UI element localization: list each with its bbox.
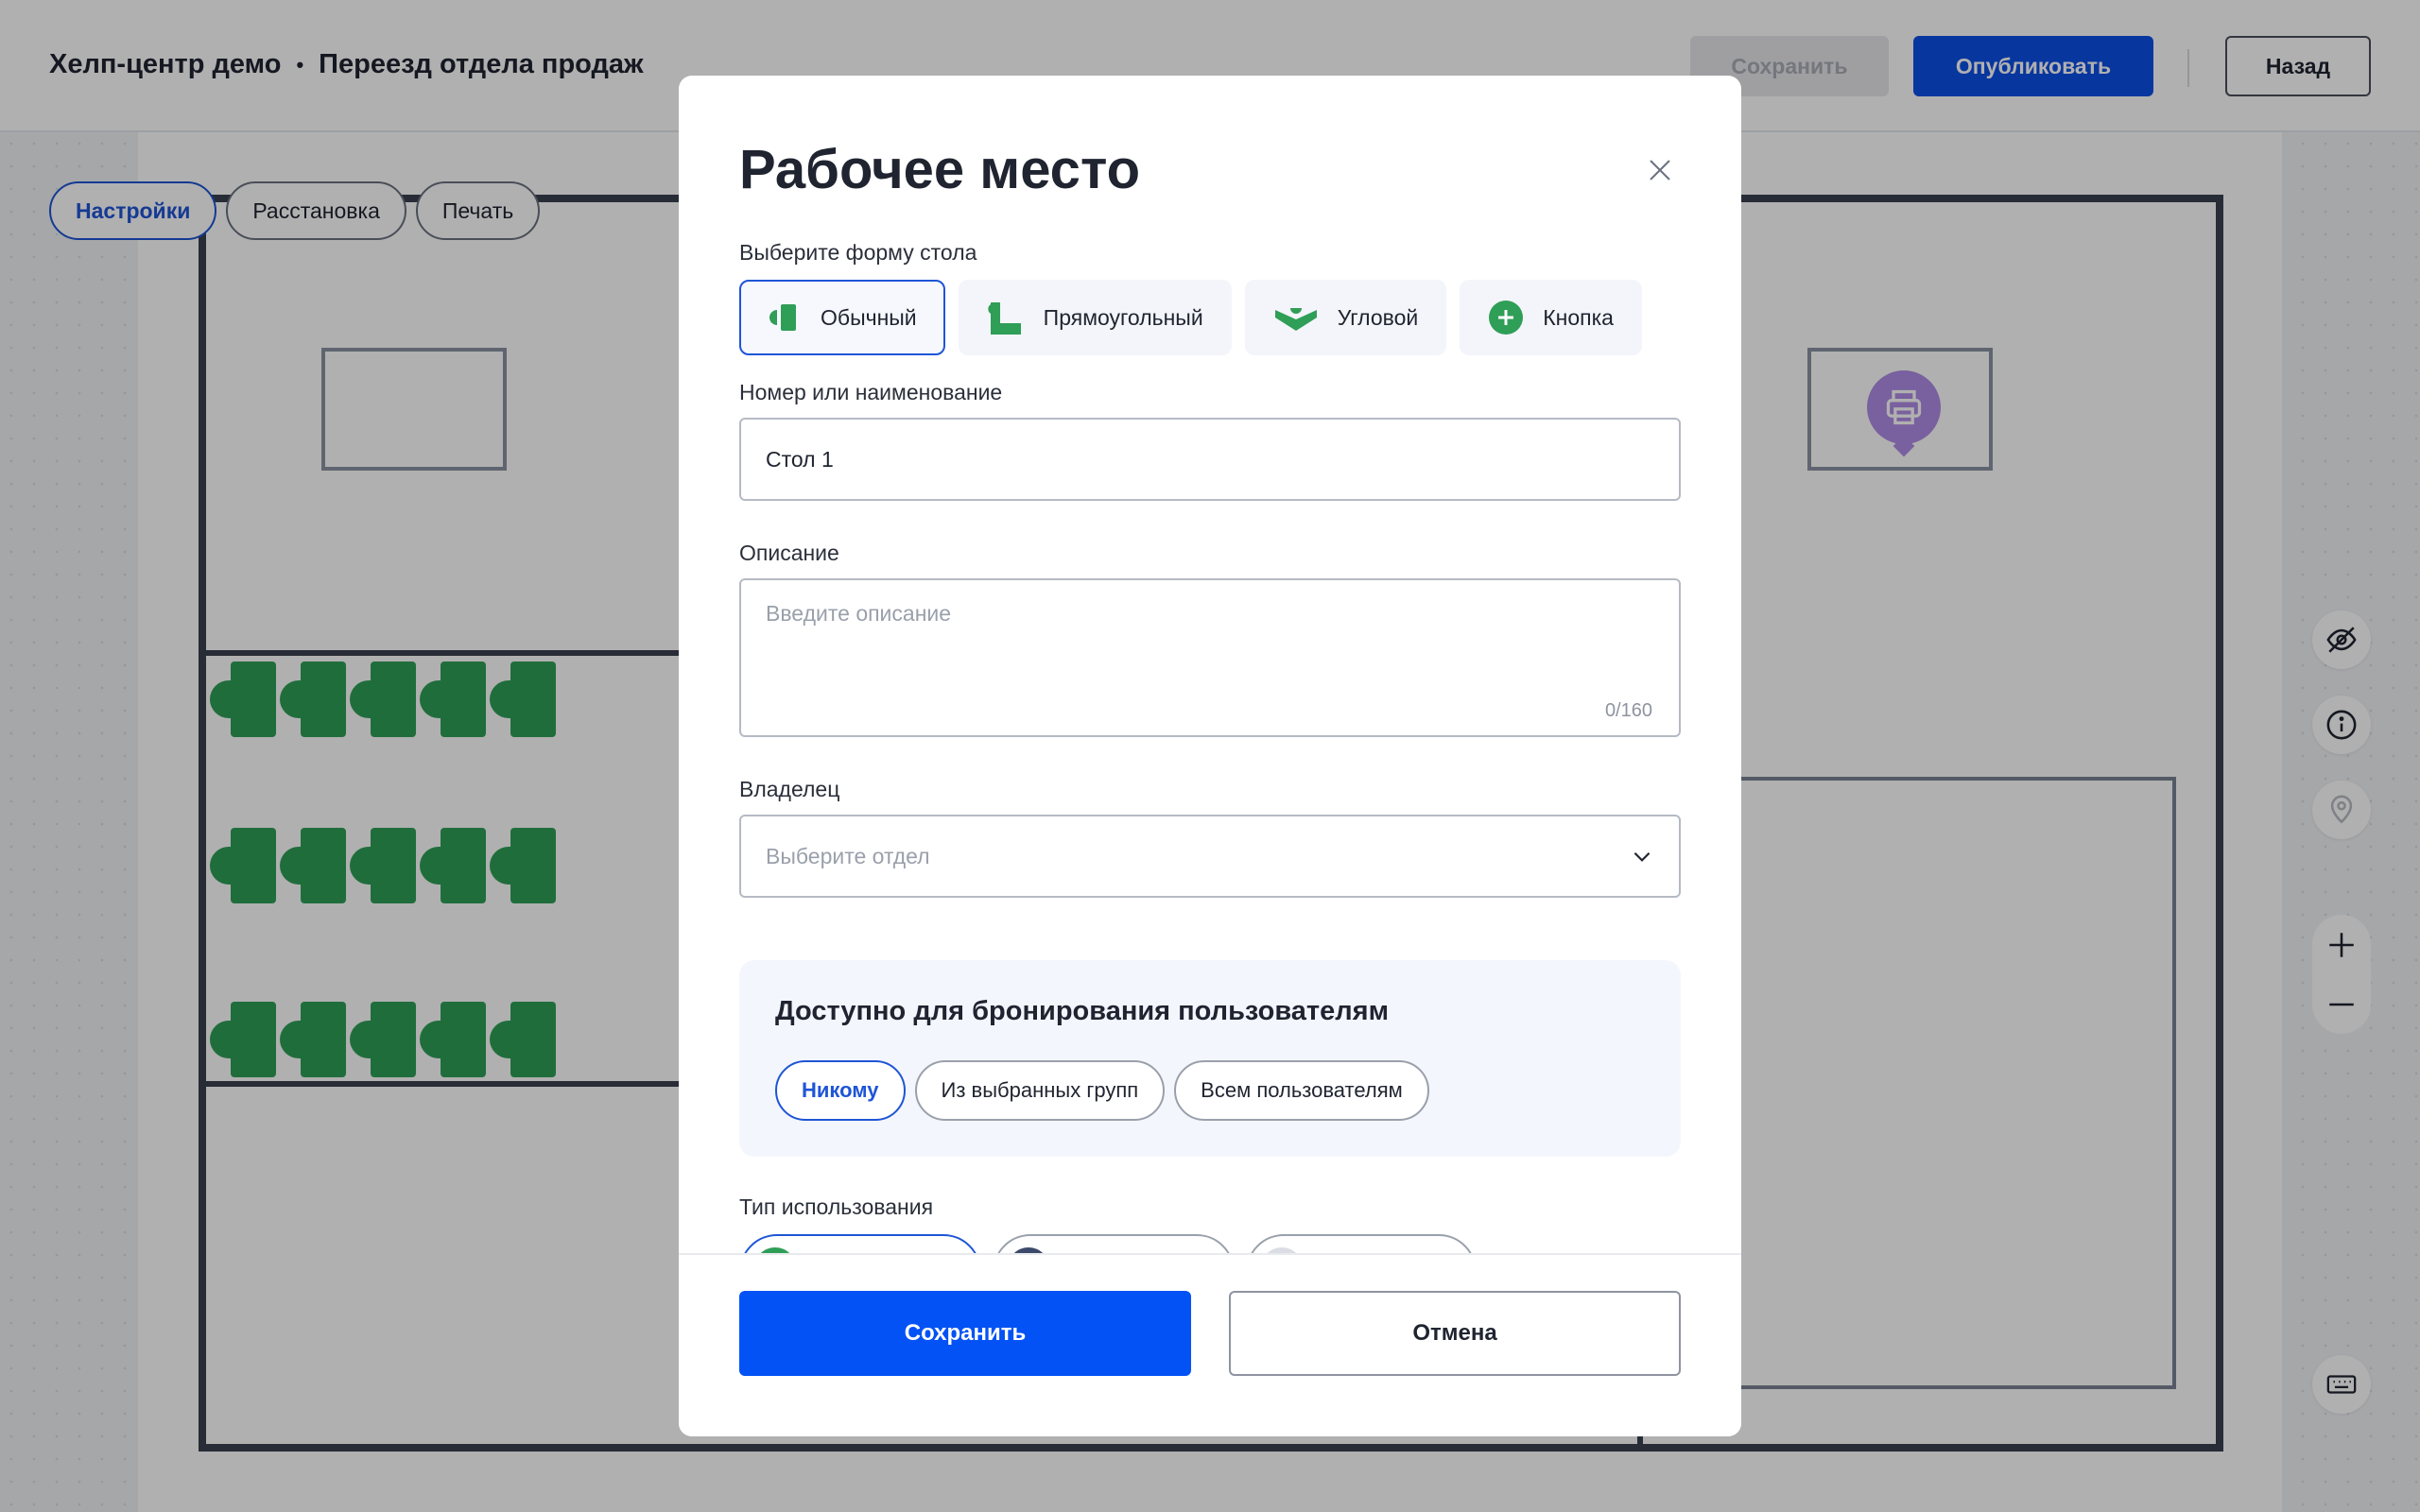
- booking-option-nobody[interactable]: Никому: [775, 1060, 906, 1121]
- booking-option-groups[interactable]: Из выбранных групп: [914, 1060, 1166, 1121]
- desk-shape-selector: Обычный Прямоугольный Угловой Кнопка: [739, 280, 1642, 355]
- plus-circle-icon: [1489, 301, 1524, 335]
- dialog-footer: Сохранить Отмена: [679, 1253, 1741, 1436]
- shape-option-rectangular[interactable]: Прямоугольный: [958, 280, 1232, 355]
- name-label: Номер или наименование: [739, 380, 1003, 404]
- shape-option-regular[interactable]: Обычный: [739, 280, 945, 355]
- description-label: Описание: [739, 541, 839, 565]
- owner-select[interactable]: Выберите отдел: [739, 815, 1681, 898]
- shape-option-label: Кнопка: [1543, 304, 1614, 330]
- save-button[interactable]: Сохранить: [739, 1291, 1191, 1376]
- shape-option-corner[interactable]: Угловой: [1244, 280, 1447, 355]
- usage-label: Тип использования: [739, 1194, 934, 1219]
- desk-regular-icon: [769, 304, 796, 331]
- owner-placeholder: Выберите отдел: [766, 843, 930, 868]
- shape-option-label: Обычный: [821, 304, 917, 330]
- name-input[interactable]: [741, 420, 1679, 499]
- shape-option-label: Прямоугольный: [1043, 304, 1203, 330]
- owner-label: Владелец: [739, 777, 840, 801]
- booking-options: Никому Из выбранных групп Всем пользоват…: [775, 1060, 1429, 1121]
- booking-option-all[interactable]: Всем пользователям: [1174, 1060, 1429, 1121]
- dialog-title: Рабочее место: [739, 139, 1141, 200]
- booking-title: Доступно для бронирования пользователям: [775, 996, 1390, 1026]
- description-counter: 0/160: [1604, 700, 1652, 721]
- chevron-down-icon: [1634, 851, 1651, 862]
- close-icon: [1650, 160, 1670, 180]
- booking-section: Доступно для бронирования пользователям …: [739, 960, 1681, 1157]
- shape-option-button[interactable]: Кнопка: [1460, 280, 1642, 355]
- cancel-button[interactable]: Отмена: [1229, 1291, 1681, 1376]
- shape-label: Выберите форму стола: [739, 240, 977, 265]
- desk-corner-icon: [1274, 308, 1317, 331]
- desk-rectangular-icon: [987, 302, 1021, 335]
- description-field[interactable]: 0/160: [739, 578, 1681, 737]
- shape-option-label: Угловой: [1337, 304, 1419, 330]
- description-input[interactable]: [741, 580, 1679, 735]
- name-field[interactable]: [739, 418, 1681, 501]
- close-button[interactable]: [1637, 147, 1683, 193]
- workplace-dialog: Рабочее место Выберите форму стола Обычн…: [679, 76, 1741, 1436]
